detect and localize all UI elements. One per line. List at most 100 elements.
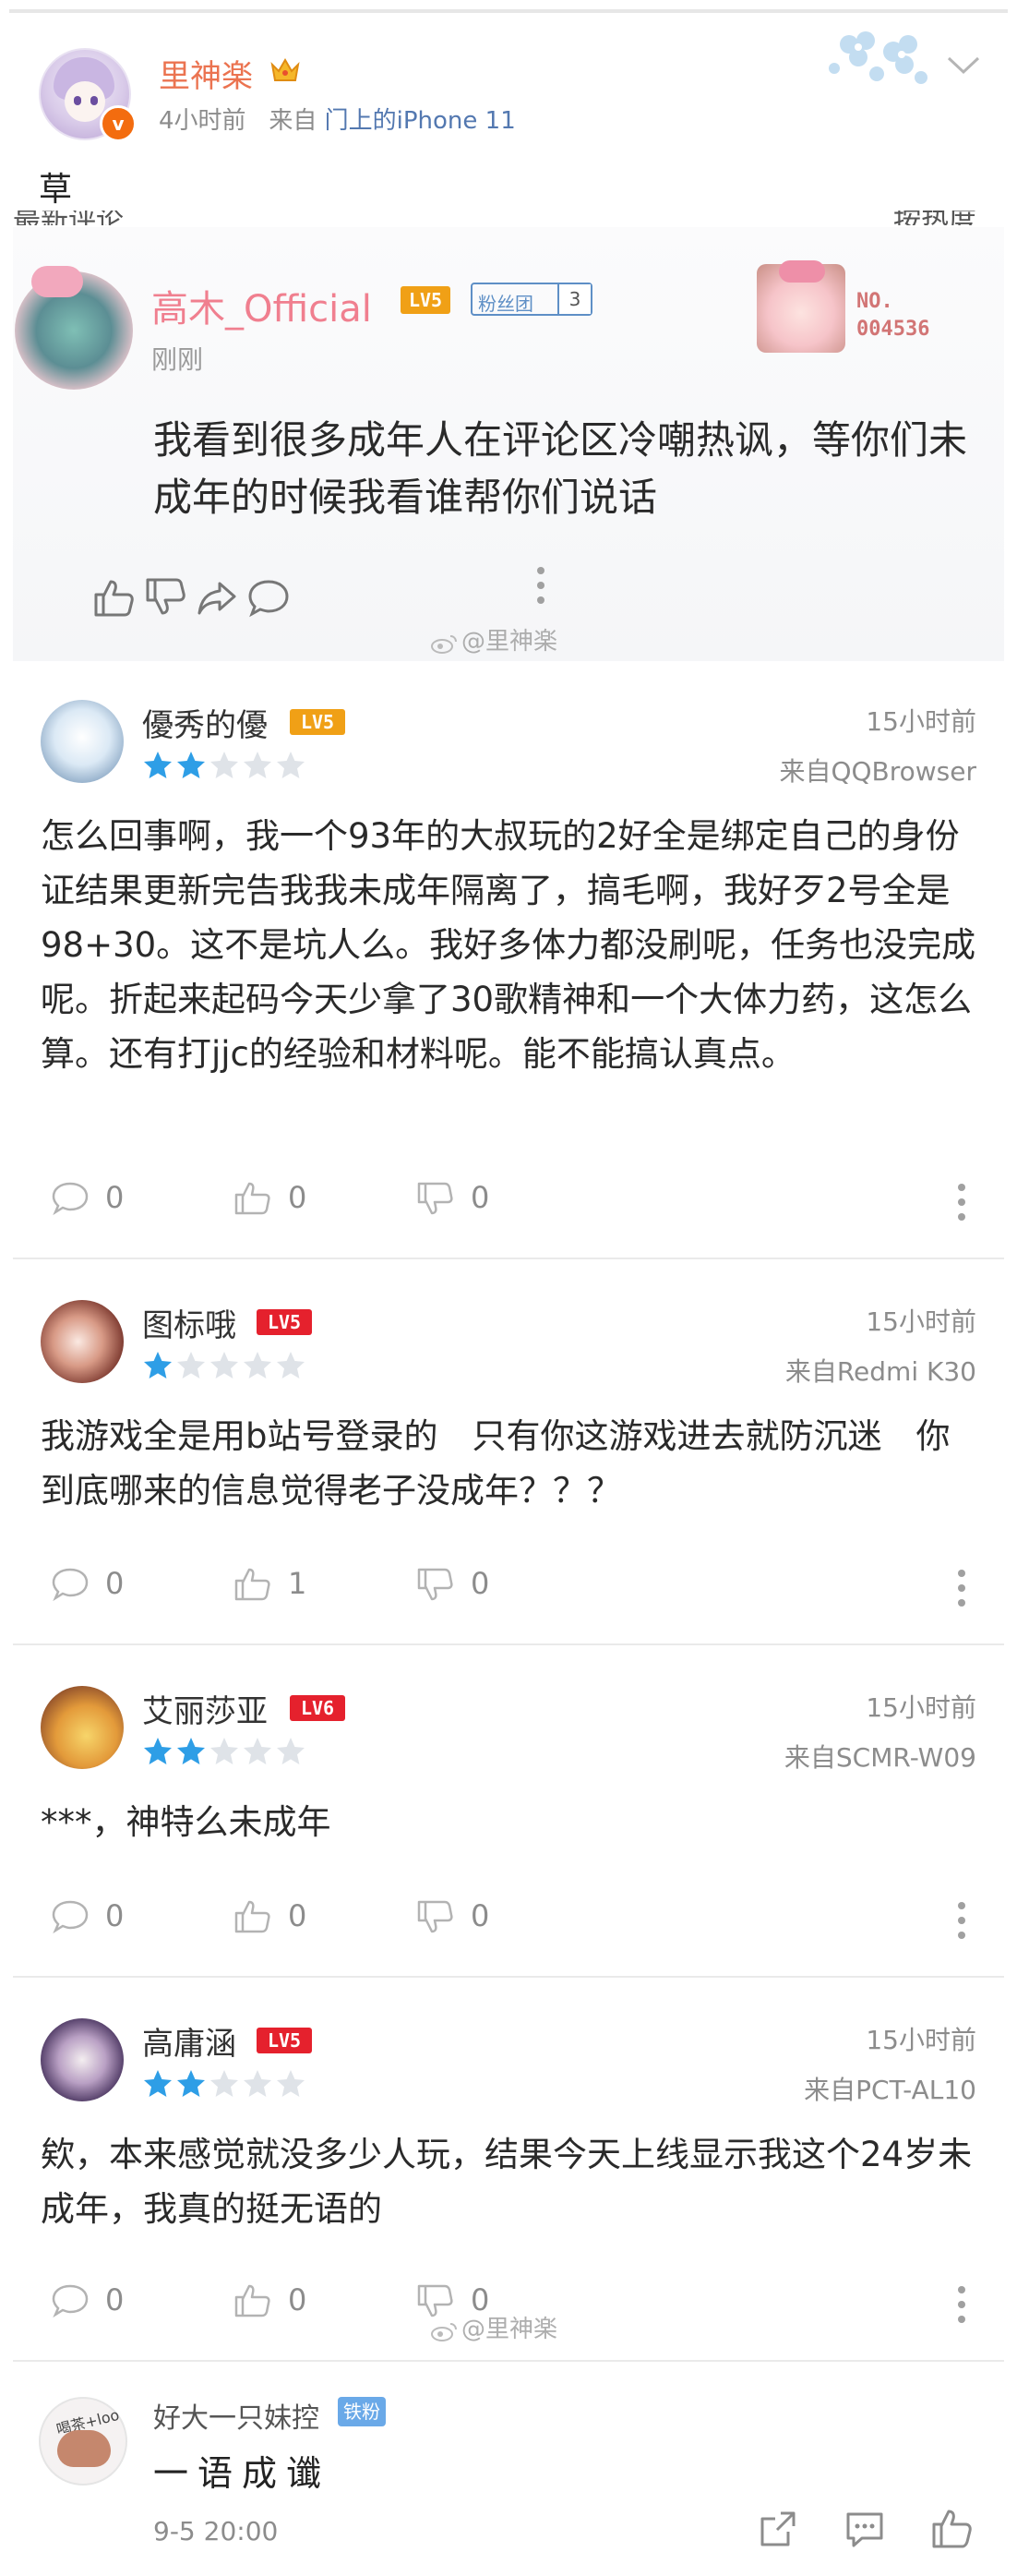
dislike-count: 0 — [471, 1898, 490, 1933]
top-divider — [9, 9, 1008, 13]
takagi-avatar — [15, 266, 133, 390]
star-icon — [277, 2070, 305, 2097]
reply-icon — [52, 2284, 89, 2318]
level-badge: LV5 — [401, 286, 450, 314]
comment-device: 来自QQBrowser — [779, 756, 976, 787]
like-count: 1 — [288, 1566, 307, 1601]
comment-card: 優秀的優 LV5 15小时前 来自QQBrowser 怎么回事啊，我一个93年的… — [13, 661, 1004, 1259]
embedded-screenshot: 高木_Official LV5 粉丝团 3 刚刚 NO. 004536 我看到很… — [13, 227, 1004, 661]
commenter-name[interactable]: 優秀的優 — [142, 700, 268, 745]
star-icon — [177, 1352, 205, 1378]
card-avatar — [757, 260, 845, 353]
star-icon — [144, 752, 172, 778]
comment-card: 高庸涵 LV5 15小时前 来自PCT-AL10 欸，本来感觉就没多少人玩，结果… — [13, 1980, 1004, 2362]
comment-body: 欸，本来感觉就没多少人玩，结果今天上线显示我这个24岁未成年，我真的挺无语的 — [41, 2135, 973, 2229]
star-icon — [177, 2070, 205, 2097]
level-badge: LV5 — [290, 709, 345, 735]
crown-icon — [270, 58, 300, 81]
star-icon — [210, 752, 238, 778]
reply-count: 0 — [105, 1180, 125, 1215]
reply-icon — [52, 1568, 89, 1602]
commenter-avatar[interactable] — [41, 2018, 124, 2101]
comment-device: 来自SCMR-W09 — [784, 1742, 976, 1773]
level-badge: LV5 — [257, 1309, 312, 1335]
star-icon — [244, 1352, 271, 1378]
comment-body: 我游戏全是用b站号登录的 只有你这游戏进去就防沉迷 你到底哪来的信息觉得老子没成… — [41, 1416, 951, 1511]
commenter-avatar[interactable] — [41, 1300, 124, 1383]
share-icon — [197, 582, 236, 615]
share-icon[interactable] — [757, 2508, 799, 2550]
post-text: 草 — [39, 171, 73, 209]
repost-time: 9-5 20:00 — [153, 2516, 279, 2546]
flower-decoration — [829, 31, 927, 84]
card-number: NO. 004536 — [856, 288, 929, 343]
more-icon[interactable] — [958, 1570, 965, 1614]
takagi-comment-body: 我看到很多成年人在评论区冷嘲热讽，等你们未成年的时候我看谁帮你们说话 — [153, 417, 968, 520]
star-icon — [244, 2070, 271, 2097]
thumb-up-icon — [234, 1900, 270, 1933]
commenter-name[interactable]: 图标哦 — [142, 1300, 236, 1345]
weibo-logo-icon — [431, 635, 457, 654]
repost-text: 一语成谶 — [153, 2453, 331, 2494]
watermark: @里神楽 — [430, 2310, 557, 2344]
fan-club-label: 粉丝团 — [478, 293, 533, 315]
more-icon — [537, 567, 544, 611]
cut-tab-left: 最新评论 — [13, 211, 124, 225]
iron-fan-badge: 铁粉 — [338, 2397, 386, 2426]
cut-header: 最新评论 按热度 — [13, 211, 1004, 225]
more-icon[interactable] — [958, 1184, 965, 1228]
comment-icon — [248, 580, 289, 618]
avatar[interactable]: 喝茶+loo — [39, 2397, 127, 2486]
comment-device: 来自Redmi K30 — [784, 1356, 976, 1387]
comment-time: 15小时前 — [866, 706, 976, 737]
more-icon[interactable] — [958, 1902, 965, 1946]
comment-time: 15小时前 — [866, 1306, 976, 1337]
star-icon — [144, 1352, 172, 1378]
commenter-name[interactable]: 艾丽莎亚 — [142, 1686, 268, 1731]
comment-card: 图标哦 LV5 15小时前 来自Redmi K30 我游戏全是用b站号登录的 只… — [13, 1261, 1004, 1645]
chevron-down-icon[interactable] — [945, 54, 982, 78]
thumb-down-icon — [417, 1900, 453, 1933]
thumb-up-icon — [234, 2284, 270, 2317]
rating-stars — [142, 1350, 308, 1385]
star-icon — [210, 2070, 238, 2097]
star-icon — [177, 752, 205, 778]
commenter-name[interactable]: 高庸涵 — [142, 2018, 236, 2064]
level-badge: LV5 — [257, 2028, 312, 2053]
thumb-up-icon — [234, 1182, 270, 1215]
star-icon — [277, 1738, 305, 1764]
star-icon — [277, 1352, 305, 1378]
thumb-up-icon — [234, 1568, 270, 1601]
author-name[interactable]: 里神楽 — [159, 51, 253, 96]
comment-body: ***，神特么未成年 — [41, 1802, 331, 1842]
card-no-label: NO. — [856, 290, 893, 313]
more-icon[interactable] — [958, 2286, 965, 2330]
commenter-avatar[interactable] — [41, 700, 124, 783]
comment-time: 15小时前 — [866, 1692, 976, 1723]
star-icon — [144, 1738, 172, 1764]
commenter-avatar[interactable] — [41, 1686, 124, 1769]
thumb-down-icon — [417, 1568, 453, 1601]
like-count: 0 — [288, 1180, 307, 1215]
divider — [13, 1643, 1004, 1645]
post-time: 4小时前 — [159, 107, 246, 135]
dislike-count: 0 — [471, 1566, 490, 1601]
star-icon — [210, 1352, 238, 1378]
star-icon — [210, 1738, 238, 1764]
fan-club-level: 3 — [557, 284, 591, 314]
star-icon — [177, 1738, 205, 1764]
divider — [13, 1976, 1004, 1978]
comment-icon[interactable] — [844, 2508, 886, 2550]
watermark-text: @里神楽 — [461, 2316, 558, 2343]
star-icon — [144, 2070, 172, 2097]
like-count: 0 — [288, 1898, 307, 1933]
like-count: 0 — [288, 2282, 307, 2317]
card-no-value: 004536 — [856, 318, 930, 341]
repost-author[interactable]: 好大一只妹控 — [153, 2395, 319, 2436]
source-link[interactable]: 门上的iPhone 11 — [325, 107, 516, 135]
thumb-up-icon[interactable] — [930, 2508, 973, 2550]
comment-body: 怎么回事啊，我一个93年的大叔玩的2好全是绑定自己的身份证结果更新完告我我未成年… — [41, 816, 976, 1074]
reply-count: 0 — [105, 1898, 125, 1933]
cut-tab-right: 按热度 — [893, 211, 976, 225]
fan-club-badge: 粉丝团 3 — [471, 283, 592, 316]
